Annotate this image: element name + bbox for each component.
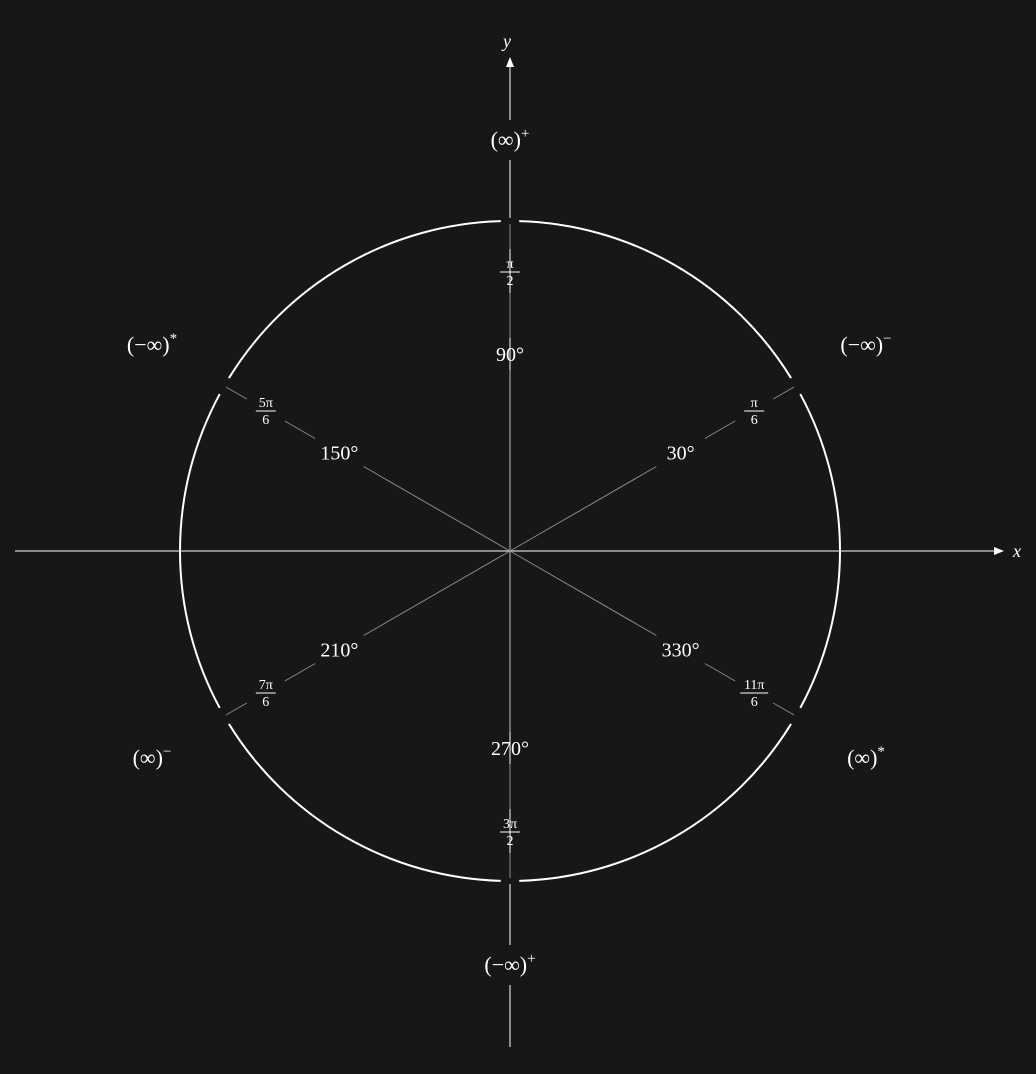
spoke-30-segment — [704, 420, 736, 439]
infinity-sup: + — [521, 126, 529, 142]
spoke-30-segment — [773, 386, 795, 400]
spoke-210-segment — [363, 550, 511, 636]
infinity-base: (∞) — [847, 745, 877, 770]
radian-numerator: 7π — [259, 678, 273, 693]
infinity-base: (−∞) — [840, 332, 883, 357]
spoke-330-segment — [509, 550, 657, 636]
infinity-sup: − — [163, 744, 171, 760]
infinity-sup: * — [170, 331, 178, 347]
infinity-sup: * — [877, 744, 885, 760]
infinity-label-lower-right: (∞)* — [847, 744, 885, 770]
radian-numerator: π — [751, 396, 758, 411]
infinity-label-upper-right: (−∞)− — [840, 331, 891, 357]
radian-numerator: 3π — [503, 817, 517, 832]
degree-label-30: 30° — [667, 443, 695, 465]
infinity-base: (∞) — [491, 127, 521, 152]
radian-label-210: 7π6 — [255, 678, 276, 710]
radian-denominator: 6 — [262, 695, 269, 710]
radian-label-330: 11π6 — [740, 678, 769, 710]
radian-denominator: 6 — [751, 413, 758, 428]
bottom-axis-tick — [507, 878, 513, 884]
circle-arc — [228, 723, 501, 882]
x-axis-label: x — [1012, 541, 1021, 561]
degree-label-270: 270° — [491, 738, 529, 760]
spoke-150-segment — [225, 386, 247, 400]
radian-denominator: 6 — [262, 413, 269, 428]
top-axis-tick — [507, 218, 513, 224]
angle-labels: 30°π690°π2150°5π6210°7π6270°3π2330°11π6 — [255, 257, 769, 849]
circle-arc — [519, 220, 792, 379]
radian-numerator: π — [506, 257, 513, 272]
infinity-label-upper-left: (−∞)* — [127, 331, 177, 357]
spoke-30-segment — [509, 466, 657, 552]
radian-denominator: 2 — [507, 274, 514, 289]
spoke-150-segment — [363, 466, 511, 552]
radian-numerator: 5π — [259, 396, 273, 411]
unit-circle-diagram: x y 30°π690°π2150°5π6210°7π6270°3π2330°1… — [15, 31, 1021, 1047]
spoke-210-segment — [225, 702, 247, 716]
degree-label-90: 90° — [496, 344, 524, 366]
spoke-150-segment — [284, 420, 316, 439]
circle-arc — [228, 220, 501, 379]
degree-label-210: 210° — [320, 640, 358, 662]
spoke-210-segment — [284, 663, 316, 682]
radian-denominator: 6 — [751, 695, 758, 710]
radian-numerator: 11π — [744, 678, 765, 693]
infinity-base: (∞) — [133, 745, 163, 770]
radian-label-30: π6 — [744, 396, 765, 428]
infinity-base: (−∞) — [127, 332, 170, 357]
circle-arc — [519, 723, 792, 882]
infinity-base: (−∞) — [484, 952, 527, 977]
radian-label-150: 5π6 — [255, 396, 276, 428]
infinity-sup: − — [883, 331, 891, 347]
degree-label-150: 150° — [320, 443, 358, 465]
degree-label-330: 330° — [662, 640, 700, 662]
infinity-sup: + — [527, 951, 535, 967]
radian-denominator: 2 — [507, 834, 514, 849]
y-axis-label: y — [501, 31, 511, 51]
spoke-330-segment — [773, 702, 795, 716]
infinity-label-lower-left: (∞)− — [133, 744, 172, 770]
spoke-330-segment — [704, 663, 736, 682]
